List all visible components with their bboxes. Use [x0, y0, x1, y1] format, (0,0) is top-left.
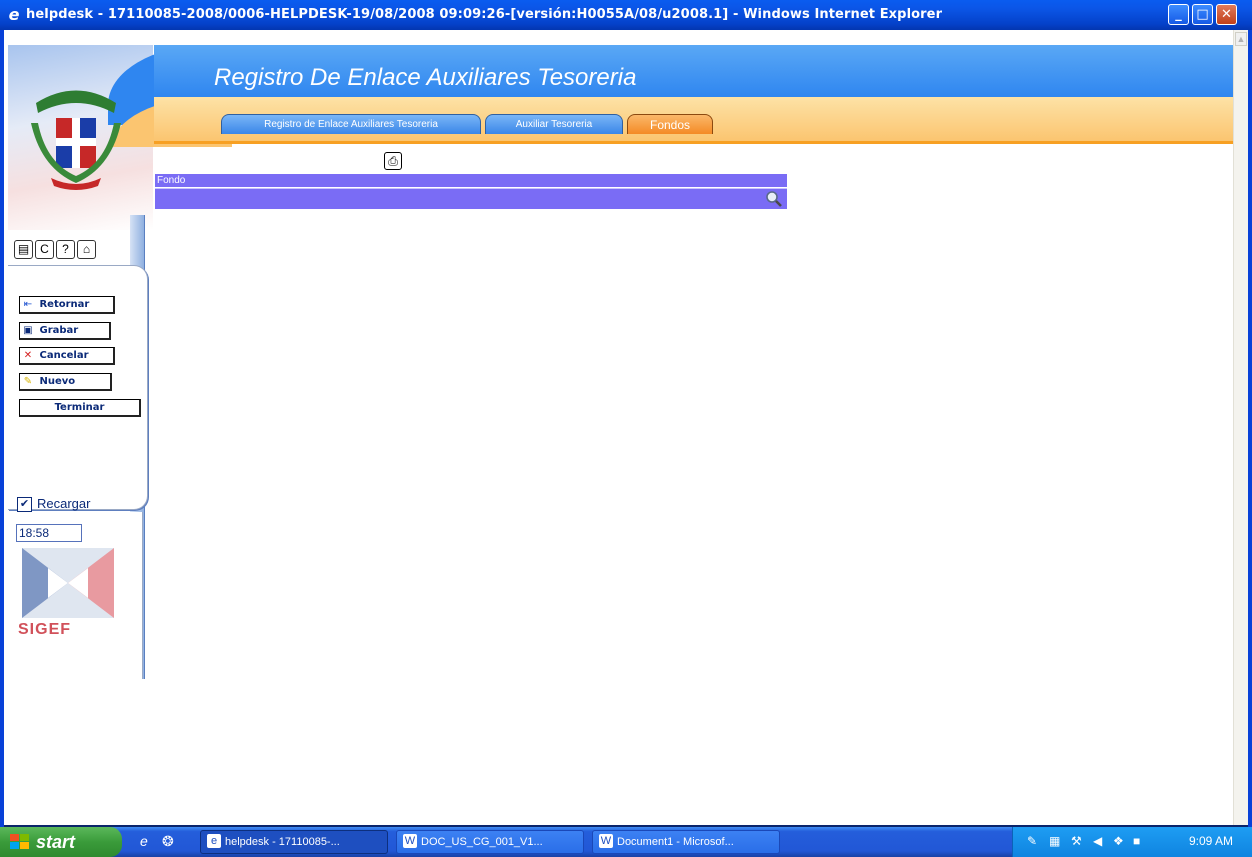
- start-button[interactable]: start: [0, 827, 122, 857]
- tab-fondos[interactable]: Fondos: [627, 114, 713, 134]
- quicklaunch-icon[interactable]: ❂: [162, 833, 174, 850]
- fondo-label: Fondo: [155, 174, 787, 187]
- windows-flag-icon: [10, 834, 29, 849]
- taskbar-item-helpdesk[interactable]: e helpdesk - 17110085-...: [200, 830, 388, 854]
- taskbar-item-document1[interactable]: W Document1 - Microsof...: [592, 830, 780, 854]
- recargar-checkbox[interactable]: ✔ Recargar: [17, 496, 90, 513]
- red-x-icon: ✕: [23, 350, 33, 361]
- document-icon[interactable]: ▤: [14, 240, 33, 259]
- retornar-button[interactable]: ⇤ Retornar: [19, 296, 115, 314]
- vertical-scrollbar[interactable]: ▲: [1233, 30, 1248, 825]
- tool-tray-icon[interactable]: ⚒: [1071, 834, 1082, 848]
- word-icon: W: [403, 834, 417, 848]
- nuevo-button[interactable]: ✎ Nuevo: [19, 373, 112, 391]
- scroll-up-icon[interactable]: ▲: [1235, 32, 1247, 46]
- system-tray: ✎ ▦ ⚒ ◀ ❖ ■ 9:09 AM: [1012, 827, 1252, 857]
- window-frame-right: [1248, 30, 1252, 827]
- page-title: Registro De Enlace Auxiliares Tesoreria: [214, 64, 637, 91]
- arrow-left-bar-icon: ⇤: [23, 299, 33, 310]
- fondo-field[interactable]: [155, 188, 787, 209]
- terminar-button[interactable]: Terminar: [19, 399, 141, 417]
- taskbar: start e ❂ e helpdesk - 17110085-... W DO…: [0, 827, 1252, 857]
- browser-viewport: Registro De Enlace Auxiliares Tesoreria …: [4, 30, 1233, 825]
- word-icon: W: [599, 834, 613, 848]
- maximize-button[interactable]: □: [1192, 4, 1213, 25]
- cancelar-button[interactable]: ✕ Cancelar: [19, 347, 115, 365]
- pen-tray-icon[interactable]: ✎: [1027, 834, 1037, 848]
- ie-icon: e: [207, 834, 221, 848]
- arrow-tray-icon[interactable]: ◀: [1093, 834, 1102, 848]
- minimize-button[interactable]: _: [1168, 4, 1189, 25]
- taskbar-item-doc[interactable]: W DOC_US_CG_001_V1...: [396, 830, 584, 854]
- checkbox-checked-icon[interactable]: ✔: [17, 497, 32, 513]
- window-titlebar: e helpdesk - 17110085-2008/0006-HELPDESK…: [0, 0, 1252, 30]
- refresh-icon[interactable]: C: [35, 240, 54, 259]
- tab-bar-underline: [154, 141, 1233, 144]
- floppy-icon: ▣: [23, 325, 33, 336]
- tab-auxiliar-tesoreria[interactable]: Auxiliar Tesoreria: [485, 114, 623, 134]
- shield-tray-icon[interactable]: ■: [1133, 834, 1140, 848]
- print-icon[interactable]: ⎙: [384, 152, 402, 170]
- search-icon[interactable]: [765, 190, 783, 208]
- window-title: helpdesk - 17110085-2008/0006-HELPDESK-1…: [26, 7, 943, 22]
- grabar-button[interactable]: ▣ Grabar: [19, 322, 111, 340]
- close-button[interactable]: ✕: [1216, 4, 1237, 25]
- coat-of-arms-icon: [31, 90, 121, 190]
- people-tray-icon[interactable]: ❖: [1113, 834, 1124, 848]
- help-icon[interactable]: ?: [56, 240, 75, 259]
- ie-icon: e: [8, 5, 20, 24]
- tab-registro-enlace[interactable]: Registro de Enlace Auxiliares Tesoreria: [221, 114, 481, 134]
- pencil-icon: ✎: [23, 376, 33, 387]
- sigef-brand: SIGEF: [18, 621, 72, 638]
- network-tray-icon[interactable]: ▦: [1049, 834, 1060, 848]
- taskbar-clock: 9:09 AM: [1189, 834, 1234, 848]
- clock-field: 18:58: [16, 524, 82, 542]
- home-icon[interactable]: ⌂: [77, 240, 96, 259]
- ie-quicklaunch-icon[interactable]: e: [140, 833, 148, 849]
